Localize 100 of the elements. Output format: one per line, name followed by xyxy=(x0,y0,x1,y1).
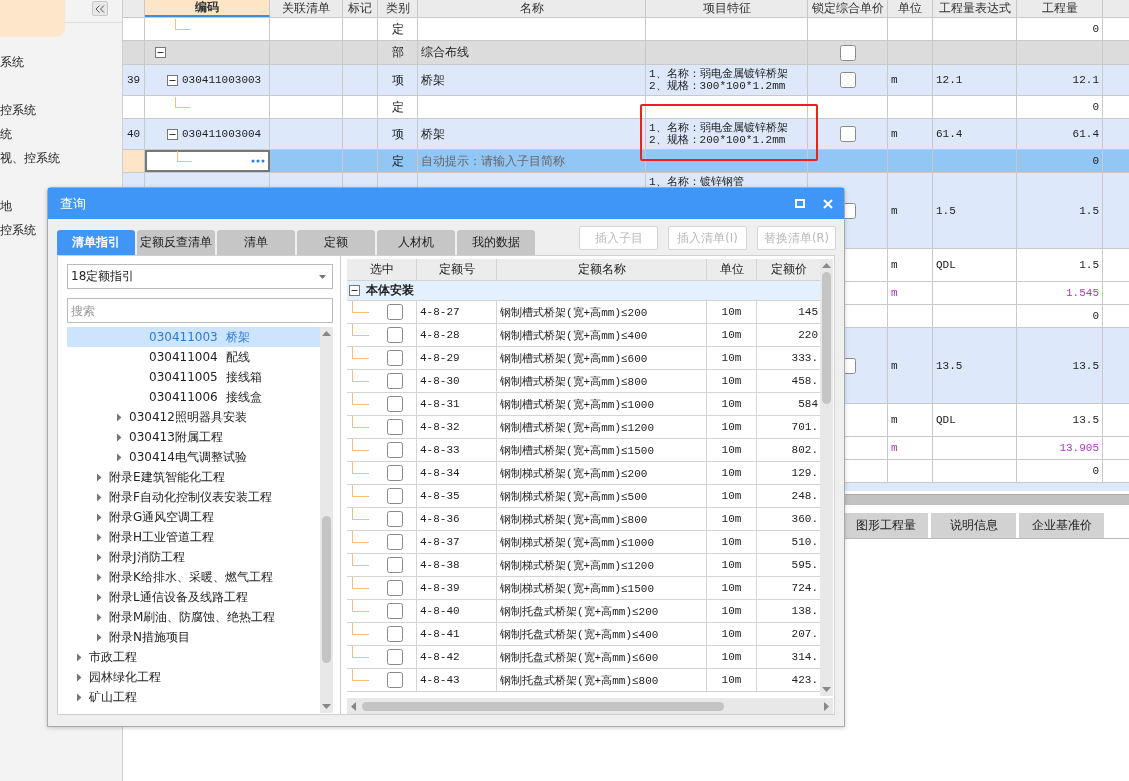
collapse-toggle[interactable] xyxy=(167,128,178,140)
table-cell: 4-8-33 xyxy=(417,439,497,461)
column-header[interactable]: 定额名称 xyxy=(497,259,707,280)
vertical-scrollbar[interactable] xyxy=(820,259,833,696)
tree-item[interactable]: 030414电气调整试验 xyxy=(67,447,320,467)
table-row[interactable]: 39 030411003003 项 桥架 1、名称：弱电金属镀锌桥架 2、规格：300*100*1.2mm m 12.1 12.1 xyxy=(123,65,1129,96)
ellipsis-icon[interactable] xyxy=(251,159,265,163)
column-header[interactable]: 名称 xyxy=(418,0,646,17)
column-header[interactable]: 定额价 xyxy=(757,259,821,280)
table-cell-text: 248. xyxy=(790,489,819,504)
checkbox[interactable] xyxy=(387,603,403,619)
tree-item[interactable]: 市政工程 xyxy=(67,647,320,667)
table-cell: 定 xyxy=(378,18,418,40)
table-row[interactable]: 部 综合布线 xyxy=(123,41,1129,65)
checkbox[interactable] xyxy=(387,580,403,596)
tree-item[interactable]: 030411005 接线箱 xyxy=(67,367,320,387)
collapse-button[interactable] xyxy=(92,1,108,16)
column-header[interactable]: 编码 xyxy=(145,0,270,17)
scroll-right-icon[interactable] xyxy=(824,701,829,711)
tree-item[interactable]: 附录G通风空调工程 xyxy=(67,507,320,527)
scroll-up-icon[interactable] xyxy=(822,263,831,268)
horizontal-scrollbar[interactable] xyxy=(347,698,833,714)
sidebar-item[interactable]: 统 xyxy=(0,122,122,146)
scrollbar-thumb[interactable] xyxy=(822,272,831,404)
tab[interactable]: 定额 xyxy=(297,230,375,255)
tree-item[interactable]: 030411006 接线盒 xyxy=(67,387,320,407)
checkbox[interactable] xyxy=(387,350,403,366)
tree-item[interactable]: 附录E建筑智能化工程 xyxy=(67,467,320,487)
checkbox[interactable] xyxy=(387,327,403,343)
table-row[interactable]: 定 自动提示：请输入子目简称 0 xyxy=(123,150,1129,173)
guide-dropdown[interactable]: 18定额指引 xyxy=(67,264,333,289)
tree-item[interactable]: 园林绿化工程 xyxy=(67,667,320,687)
checkbox[interactable] xyxy=(387,373,403,389)
table-row[interactable]: 定 0 xyxy=(123,96,1129,119)
collapse-toggle[interactable] xyxy=(167,74,178,86)
tree-item[interactable]: 附录L通信设备及线路工程 xyxy=(67,587,320,607)
scroll-up-icon[interactable] xyxy=(322,331,331,336)
tab[interactable]: 我的数据 xyxy=(457,230,535,255)
tab[interactable]: 清单 xyxy=(217,230,295,255)
checkbox[interactable] xyxy=(387,649,403,665)
column-header[interactable]: 工程量 xyxy=(1017,0,1103,17)
table-row[interactable]: 定 0 xyxy=(123,18,1129,41)
tab[interactable]: 图形工程量 xyxy=(843,513,928,538)
column-header[interactable]: 锁定综合单价 xyxy=(808,0,888,17)
sidebar-item[interactable]: 控系统 xyxy=(0,98,122,122)
column-header[interactable]: 单位 xyxy=(888,0,933,17)
column-header[interactable]: 关联清单 xyxy=(270,0,343,17)
checkbox[interactable] xyxy=(387,626,403,642)
checkbox[interactable] xyxy=(839,44,856,61)
tree-item[interactable]: 030411003 桥架 xyxy=(67,327,320,347)
tree-item[interactable]: 附录J消防工程 xyxy=(67,547,320,567)
tree-item[interactable]: 附录H工业管道工程 xyxy=(67,527,320,547)
column-header[interactable]: 标记 xyxy=(343,0,378,17)
tab[interactable]: 人材机 xyxy=(377,230,455,255)
group-row[interactable]: 本体安装 xyxy=(347,281,821,301)
checkbox[interactable] xyxy=(387,534,403,550)
table-row[interactable]: 40 030411003004 项 桥架 1、名称：弱电金属镀锌桥架 2、规格：200*100*1.2mm m 61.4 61.4 xyxy=(123,119,1129,150)
checkbox[interactable] xyxy=(839,126,856,142)
search-field[interactable]: 搜索 xyxy=(67,298,333,323)
tree-item[interactable]: 附录M刷油、防腐蚀、绝热工程 xyxy=(67,607,320,627)
tab[interactable]: 定额反查清单 xyxy=(137,230,215,255)
vertical-scrollbar[interactable] xyxy=(320,327,333,713)
column-header[interactable]: 项目特征 xyxy=(646,0,808,17)
scroll-down-icon[interactable] xyxy=(322,704,331,709)
tree-item[interactable]: 附录F自动化控制仪表安装工程 xyxy=(67,487,320,507)
code-input[interactable] xyxy=(145,150,270,172)
table-cell-text: 314. xyxy=(790,650,819,665)
checkbox[interactable] xyxy=(387,672,403,688)
tree-item[interactable]: 030412照明器具安装 xyxy=(67,407,320,427)
tab[interactable]: 企业基准价 xyxy=(1019,513,1104,538)
checkbox[interactable] xyxy=(387,557,403,573)
scroll-left-icon[interactable] xyxy=(351,701,356,711)
scroll-down-icon[interactable] xyxy=(822,687,831,692)
column-header[interactable]: 工程量表达式 xyxy=(933,0,1017,17)
checkbox[interactable] xyxy=(839,72,856,88)
checkbox[interactable] xyxy=(387,396,403,412)
collapse-toggle[interactable] xyxy=(349,285,360,296)
maximize-button[interactable] xyxy=(794,197,806,210)
tree-item[interactable]: 附录N措施项目 xyxy=(67,627,320,647)
scrollbar-thumb[interactable] xyxy=(362,701,724,711)
collapse-toggle[interactable] xyxy=(155,47,166,58)
checkbox[interactable] xyxy=(387,419,403,435)
tree-item[interactable]: 030413附属工程 xyxy=(67,427,320,447)
column-header[interactable]: 定额号 xyxy=(417,259,497,280)
column-header[interactable]: 选中 xyxy=(347,259,417,280)
checkbox[interactable] xyxy=(387,304,403,320)
checkbox[interactable] xyxy=(387,488,403,504)
tree-item[interactable]: 030411004 配线 xyxy=(67,347,320,367)
column-header[interactable]: 单位 xyxy=(707,259,757,280)
tree-item[interactable]: 矿山工程 xyxy=(67,687,320,707)
column-header[interactable]: 类别 xyxy=(378,0,418,17)
checkbox[interactable] xyxy=(387,511,403,527)
checkbox[interactable] xyxy=(387,442,403,458)
checkbox[interactable] xyxy=(387,465,403,481)
scrollbar-thumb[interactable] xyxy=(322,515,331,663)
tab[interactable]: 说明信息 xyxy=(931,513,1016,538)
sidebar-item[interactable]: 系统 xyxy=(0,50,122,74)
tree-item[interactable]: 附录K给排水、采暖、燃气工程 xyxy=(67,567,320,587)
close-button[interactable] xyxy=(822,197,834,210)
sidebar-item[interactable]: 视、控系统 xyxy=(0,146,122,170)
